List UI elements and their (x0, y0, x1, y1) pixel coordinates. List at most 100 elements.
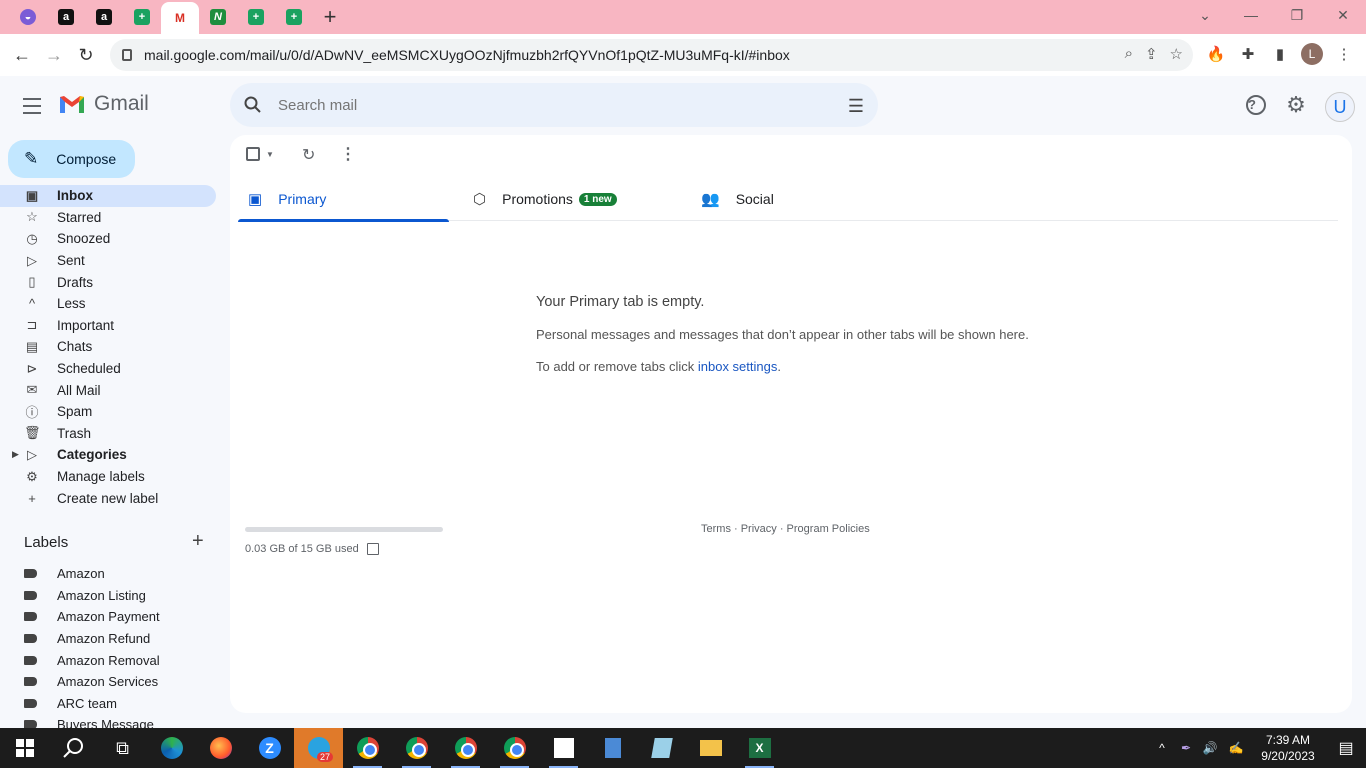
telegram-icon[interactable]: 27 (294, 728, 343, 768)
sidebar-item-create-label[interactable]: + Create new label (0, 487, 216, 509)
chrome-icon[interactable] (441, 728, 490, 768)
sheets-icon: + (286, 9, 302, 25)
sidebar-item-scheduled[interactable]: ⊳ Scheduled (0, 358, 216, 380)
extension-fire-icon[interactable]: 🔥 (1204, 42, 1228, 66)
trash-icon: 🗑 (24, 425, 41, 441)
sidebar-item-starred[interactable]: ☆ Starred (0, 207, 216, 229)
tab-n[interactable]: N (199, 0, 237, 34)
compose-button[interactable]: ✎ Compose (8, 140, 135, 178)
url-text[interactable]: mail.google.com/mail/u/0/d/ADwNV_eeMSMCX… (144, 47, 790, 63)
zoom-icon[interactable]: ⌕ (1125, 45, 1133, 63)
file-explorer-icon[interactable] (686, 728, 735, 768)
sidebar-item-chats[interactable]: ▤ Chats (0, 336, 216, 358)
sidebar-item-drafts[interactable]: ▯ Drafts (0, 271, 216, 293)
label-item[interactable]: Amazon Listing (0, 585, 216, 607)
tab-amazon-1[interactable]: a (47, 0, 85, 34)
tab-sheets-2[interactable]: + (237, 0, 275, 34)
label-item[interactable]: Amazon Refund (0, 628, 216, 650)
calculator-icon[interactable] (588, 728, 637, 768)
select-control[interactable]: ▼ (246, 147, 274, 161)
start-button[interactable] (0, 728, 49, 768)
share-icon[interactable]: ⇪ (1145, 45, 1158, 63)
search-icon[interactable] (244, 96, 262, 114)
label-item[interactable]: Amazon Payment (0, 606, 216, 628)
expand-arrow-icon[interactable]: ▶ (12, 449, 19, 460)
sidebar-item-trash[interactable]: 🗑 Trash (0, 423, 216, 445)
add-label-button[interactable]: + (192, 530, 204, 553)
pen-input-icon[interactable]: ✍ (1222, 741, 1250, 755)
chrome-icon[interactable] (392, 728, 441, 768)
label-tag-icon (24, 698, 37, 708)
browser-menu-icon[interactable]: ⋮ (1332, 42, 1356, 66)
volume-icon[interactable]: 🔊 (1198, 741, 1222, 755)
tab-promotions[interactable]: ⬡ Promotions 1 new (473, 177, 683, 221)
sidebar-item-manage-labels[interactable]: ⚙ Manage labels (0, 466, 216, 488)
external-link-icon[interactable] (366, 543, 379, 555)
chrome-icon[interactable] (343, 728, 392, 768)
tab-gmail[interactable]: M (161, 2, 199, 34)
pen-app-icon[interactable]: ✒ (1174, 741, 1198, 755)
address-bar[interactable]: mail.google.com/mail/u/0/d/ADwNV_eeMSMCX… (110, 39, 1193, 71)
search-bar[interactable]: ☰ (230, 83, 878, 127)
chrome-icon[interactable] (490, 728, 539, 768)
footer-links[interactable]: Terms · Privacy · Program Policies (701, 523, 870, 535)
sidebar-item-important[interactable]: ⊐ Important (0, 315, 216, 337)
sidebar-item-sent[interactable]: ▷ Sent (0, 250, 216, 272)
reload-button[interactable]: ↻ (70, 39, 102, 71)
task-view-icon[interactable]: ⧉ (98, 728, 147, 768)
minimize-button[interactable]: — (1228, 0, 1274, 30)
sidebar-item-categories[interactable]: ▶ ▷ Categories (0, 444, 216, 466)
label-item[interactable]: Amazon Services (0, 671, 216, 693)
notifications-icon[interactable]: ▤ (1326, 738, 1366, 758)
sidebar-item-inbox[interactable]: ▣ Inbox (0, 185, 216, 207)
pencil-icon: ✎ (24, 149, 39, 168)
show-hidden-icons-icon[interactable]: ^ (1150, 741, 1174, 755)
bookmark-star-icon[interactable]: ☆ (1170, 45, 1183, 63)
sidebar-item-less[interactable]: ^ Less (0, 293, 216, 315)
close-window-button[interactable]: ✕ (1320, 0, 1366, 30)
notepad-icon[interactable] (637, 728, 686, 768)
refresh-icon[interactable]: ↻ (302, 145, 315, 165)
tab-chat[interactable]: ◒ (9, 0, 47, 34)
taskbar-search-icon[interactable] (49, 728, 98, 768)
side-panel-icon[interactable]: ▮ (1268, 42, 1292, 66)
inbox-icon: ▣ (25, 187, 39, 203)
sidebar-item-spam[interactable]: ⓘ Spam (0, 401, 216, 423)
app-name: Gmail (94, 92, 149, 115)
label-item[interactable]: Amazon (0, 563, 216, 585)
labels-list: Amazon Amazon Listing Amazon Payment Ama… (0, 563, 216, 736)
new-tab-button[interactable]: + (313, 0, 347, 34)
account-avatar[interactable]: U (1325, 92, 1355, 122)
firefox-icon[interactable] (196, 728, 245, 768)
label-item[interactable]: Amazon Removal (0, 649, 216, 671)
search-options-icon[interactable]: ☰ (848, 96, 864, 117)
select-all-checkbox[interactable] (246, 147, 260, 161)
settings-gear-icon[interactable]: ⚙ (1284, 92, 1308, 117)
clock[interactable]: 7:39 AM 9/20/2023 (1250, 732, 1326, 764)
gmail-logo[interactable]: Gmail (58, 92, 149, 116)
chevron-down-icon[interactable]: ▼ (266, 150, 274, 159)
edge-icon[interactable] (147, 728, 196, 768)
tab-sheets-1[interactable]: + (123, 0, 161, 34)
tab-sheets-3[interactable]: + (275, 0, 313, 34)
forward-button[interactable]: → (38, 39, 70, 71)
label-item[interactable]: ARC team (0, 693, 216, 715)
search-input[interactable] (278, 96, 798, 114)
hamburger-menu-icon[interactable] (21, 95, 43, 117)
excel-icon[interactable]: X (735, 728, 784, 768)
extensions-puzzle-icon[interactable]: ✚ (1236, 42, 1260, 66)
help-icon[interactable]: ? (1244, 93, 1268, 117)
zoom-app-icon[interactable]: Z (245, 728, 294, 768)
inbox-settings-link[interactable]: inbox settings (698, 359, 778, 374)
back-button[interactable]: ← (6, 39, 38, 71)
tab-primary[interactable]: ▣ Primary (238, 177, 449, 222)
more-options-icon[interactable]: ⋮ (340, 144, 356, 164)
tab-search-icon[interactable]: ⌄ (1182, 0, 1228, 30)
sidebar-item-snoozed[interactable]: ◷ Snoozed (0, 228, 216, 250)
restore-button[interactable]: ❐ (1274, 0, 1320, 30)
tab-social[interactable]: 👥 Social (701, 177, 911, 221)
sidebar-item-all-mail[interactable]: ✉ All Mail (0, 379, 216, 401)
profile-button[interactable]: L (1300, 42, 1324, 66)
app-window-icon[interactable] (539, 728, 588, 768)
tab-amazon-2[interactable]: a (85, 0, 123, 34)
